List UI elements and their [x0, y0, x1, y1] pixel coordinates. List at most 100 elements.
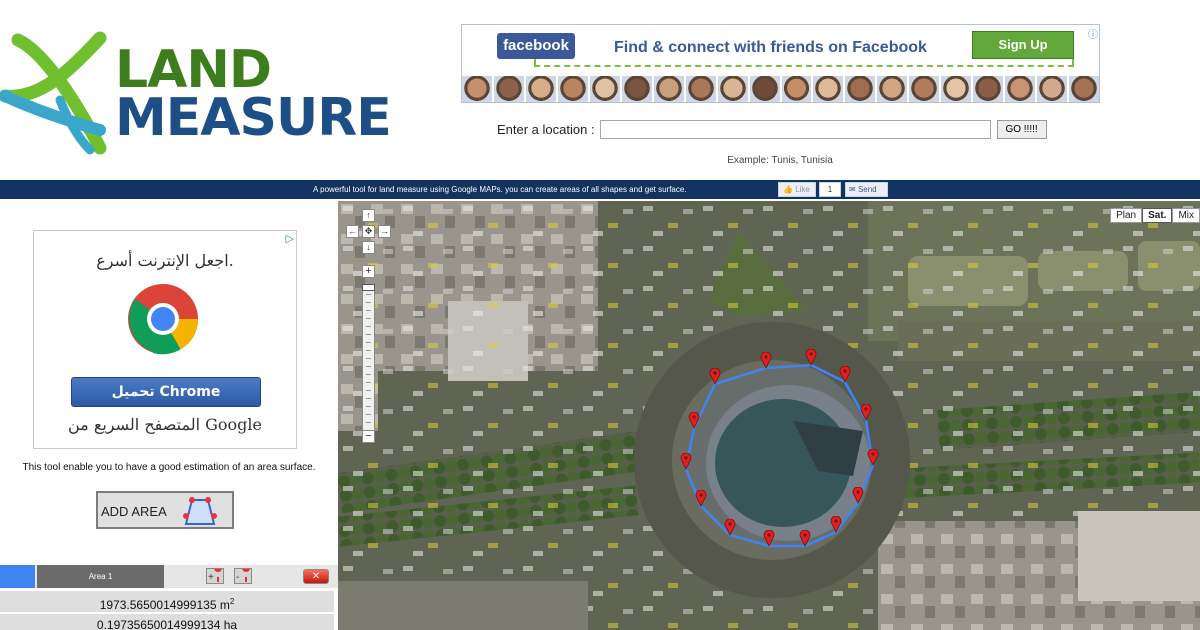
profile-face-thumbnail — [845, 76, 876, 102]
zoom-tick — [366, 294, 371, 295]
ad-choices-icon[interactable]: ⓘ — [1088, 26, 1098, 41]
logo-mark-icon — [0, 31, 107, 155]
map-marker-icon[interactable] — [688, 412, 700, 429]
measured-area-polygon — [684, 363, 875, 548]
area-name[interactable]: Area 1 — [37, 565, 164, 588]
zoom-tick — [366, 326, 371, 327]
profile-face-thumbnail — [462, 76, 492, 102]
chrome-download-button[interactable]: تحميل Chrome — [71, 377, 261, 407]
svg-text:-: - — [236, 572, 239, 583]
map-marker-icon[interactable] — [852, 487, 864, 504]
go-button[interactable]: GO !!!!! — [996, 119, 1047, 139]
profile-face-thumbnail — [909, 76, 940, 102]
add-area-label: ADD AREA — [101, 504, 167, 519]
profile-face-thumbnail — [941, 76, 972, 102]
chrome-ad[interactable]: ▷ اجعل الإنترنت أسرع. تحميل Chrome المتص… — [33, 230, 297, 449]
pan-up-button[interactable]: ↑ — [362, 209, 375, 222]
profile-face-thumbnail — [1069, 76, 1099, 102]
tagline-bar: A powerful tool for land measure using G… — [0, 180, 1200, 199]
like-count: 1 — [819, 182, 841, 197]
zoom-tick — [366, 366, 371, 367]
profile-face-thumbnail — [973, 76, 1004, 102]
zoom-tick — [366, 374, 371, 375]
zoom-tick — [366, 350, 371, 351]
pan-right-button[interactable]: → — [378, 225, 391, 238]
chrome-ad-headline: اجعل الإنترنت أسرع. — [96, 251, 234, 270]
area-m2-unit-sup: 2 — [229, 597, 235, 606]
profile-face-thumbnail — [525, 76, 556, 102]
map-type-control: Plan Sat. Mix — [1110, 208, 1200, 223]
facebook-send-button[interactable]: ✉ Send — [845, 182, 888, 197]
zoom-tick — [366, 422, 371, 423]
facebook-signup-button[interactable]: Sign Up — [972, 31, 1074, 59]
profile-face-thumbnail — [813, 76, 844, 102]
map-marker-icon[interactable] — [860, 404, 872, 421]
logo-text-measure: MEASURE — [115, 88, 392, 148]
profile-face-thumbnail — [685, 76, 716, 102]
area-square-meters: 1973.5650014999135 m2 — [0, 590, 334, 612]
ad-choices-icon[interactable]: ▷ — [286, 232, 294, 245]
profile-face-thumbnail — [493, 76, 524, 102]
map-marker-icon[interactable] — [805, 349, 817, 366]
satellite-map[interactable]: ↑ ← ✥ → ↓ + − Plan Sat. Mix — [338, 201, 1200, 630]
zoom-slider-handle[interactable] — [362, 284, 375, 291]
profile-face-thumbnail — [781, 76, 812, 102]
zoom-tick — [366, 406, 371, 407]
zoom-tick — [366, 302, 371, 303]
send-label: Send — [857, 185, 877, 194]
pan-center-button[interactable]: ✥ — [362, 225, 375, 238]
zoom-tick — [366, 318, 371, 319]
zoom-tick — [366, 390, 371, 391]
facebook-logo: facebook — [497, 33, 575, 59]
map-marker-icon[interactable] — [830, 516, 842, 533]
left-panel: ▷ اجعل الإنترنت أسرع. تحميل Chrome المتص… — [0, 199, 338, 630]
profile-face-thumbnail — [877, 76, 908, 102]
map-marker-icon[interactable] — [680, 453, 692, 470]
map-marker-icon[interactable] — [724, 519, 736, 536]
location-input[interactable] — [599, 119, 991, 139]
zoom-tick — [366, 334, 371, 335]
map-marker-icon[interactable] — [695, 490, 707, 507]
zoom-tick — [366, 358, 371, 359]
like-label: Like — [795, 185, 810, 194]
remove-marker-icon[interactable]: - — [234, 564, 252, 584]
tagline-text: A powerful tool for land measure using G… — [313, 185, 687, 194]
add-area-button[interactable]: ADD AREA — [96, 491, 234, 529]
map-marker-icon[interactable] — [763, 530, 775, 547]
facebook-ad-message: Find & connect with friends on Facebook — [614, 39, 927, 56]
tool-description: This tool enable you to have a good esti… — [22, 462, 316, 473]
location-search: Enter a location : GO !!!!! — [497, 119, 1047, 139]
satellite-imagery — [338, 201, 1200, 630]
pan-down-button[interactable]: ↓ — [362, 241, 375, 254]
area-color-swatch[interactable] — [0, 565, 35, 588]
area-list-item: Area 1 + - ✕ — [0, 564, 338, 588]
zoom-out-button[interactable]: − — [362, 430, 375, 443]
zoom-in-button[interactable]: + — [362, 265, 375, 278]
zoom-tick — [366, 310, 371, 311]
map-type-sat[interactable]: Sat. — [1142, 208, 1173, 223]
zoom-tick — [366, 414, 371, 415]
profile-face-thumbnail — [653, 76, 684, 102]
pan-left-button[interactable]: ← — [346, 225, 359, 238]
delete-area-button[interactable]: ✕ — [303, 569, 329, 584]
site-logo[interactable]: LAND MEASURE — [0, 30, 392, 155]
profile-face-thumbnail — [621, 76, 652, 102]
facebook-like-button[interactable]: 👍 Like — [778, 182, 816, 197]
map-type-plan[interactable]: Plan — [1110, 208, 1143, 223]
map-type-mix[interactable]: Mix — [1172, 208, 1200, 223]
map-marker-icon[interactable] — [760, 352, 772, 369]
add-marker-icon[interactable]: + — [206, 564, 224, 584]
area-hectares: 0.19735650014999134 ha — [0, 613, 334, 630]
facebook-ad-banner[interactable]: facebook Find & connect with friends on … — [461, 24, 1100, 103]
map-marker-icon[interactable] — [799, 530, 811, 547]
zoom-tick — [366, 382, 371, 383]
zoom-slider[interactable] — [362, 285, 375, 431]
chrome-logo-icon — [128, 284, 199, 355]
map-marker-icon[interactable] — [839, 366, 851, 383]
chrome-ad-subline: المتصفح السريع من Google — [68, 415, 262, 434]
profile-face-thumbnail — [717, 76, 748, 102]
map-marker-icon[interactable] — [867, 449, 879, 466]
location-label: Enter a location : — [497, 121, 595, 137]
map-marker-icon[interactable] — [709, 368, 721, 385]
facebook-faces-strip — [462, 76, 1099, 102]
